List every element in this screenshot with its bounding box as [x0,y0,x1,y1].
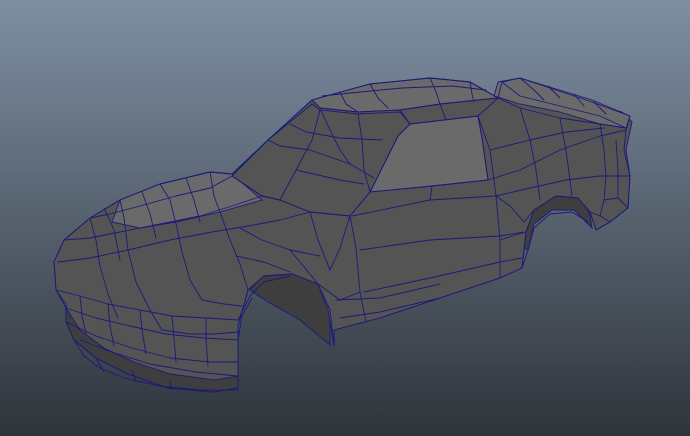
3d-viewport[interactable] [0,0,690,436]
viewport-canvas[interactable] [0,0,690,436]
